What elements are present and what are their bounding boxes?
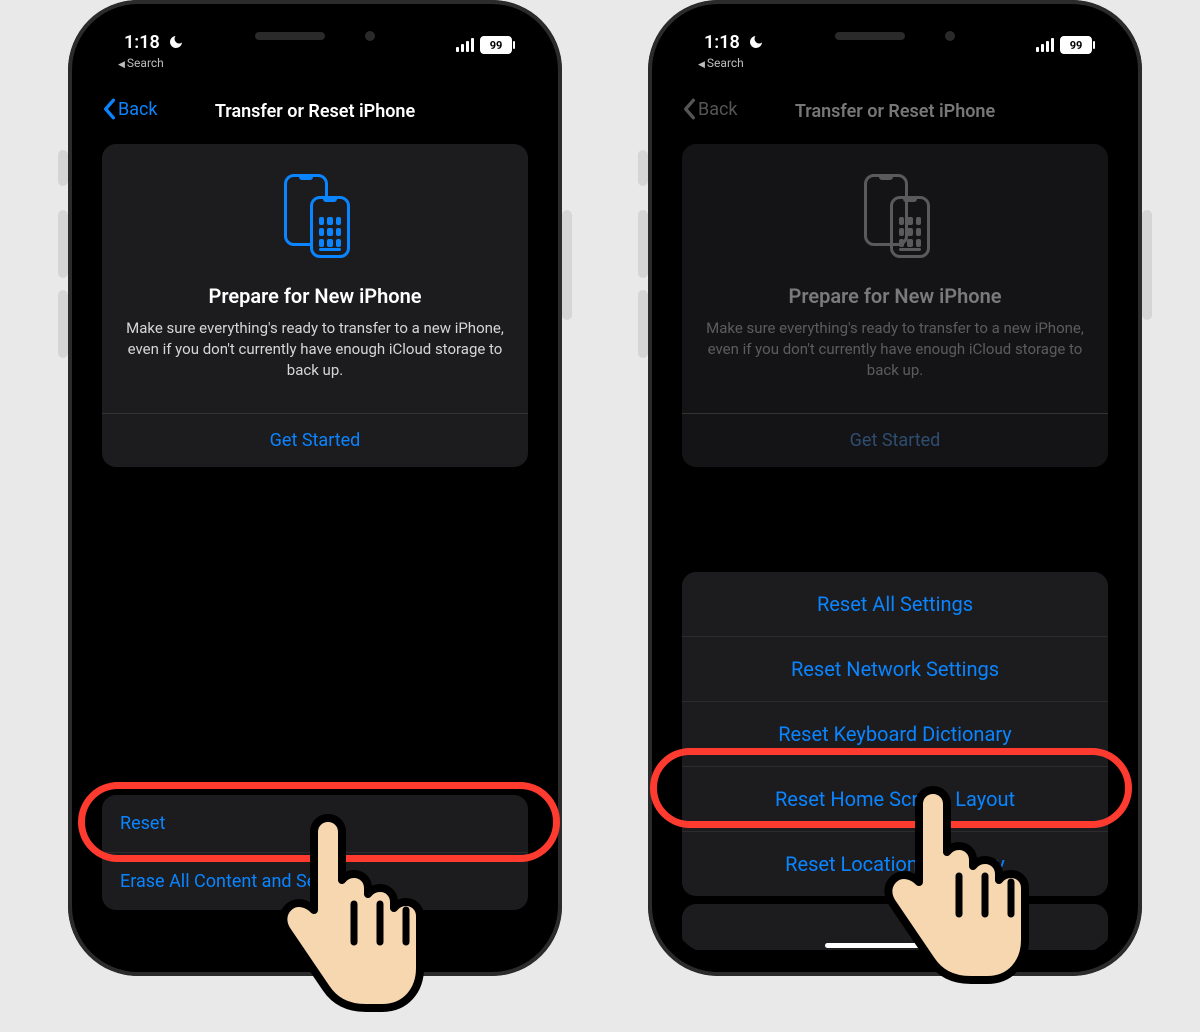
volume-up-button[interactable]: [58, 210, 68, 278]
reset-group: Reset Erase All Content and Settings: [102, 795, 528, 910]
back-label: Back: [118, 99, 158, 120]
volume-down-button[interactable]: [638, 290, 648, 358]
content-area: Prepare for New iPhone Make sure everyth…: [668, 144, 1122, 956]
reset-keyboard-dictionary[interactable]: Reset Keyboard Dictionary: [682, 701, 1108, 766]
prepare-description: Make sure everything's ready to transfer…: [706, 318, 1084, 381]
silence-switch[interactable]: [638, 150, 648, 186]
nav-bar: Back Transfer or Reset iPhone: [668, 84, 1122, 140]
cell-signal-icon: [1036, 38, 1054, 52]
two-iphones-icon: [280, 174, 350, 260]
two-iphones-icon: [860, 174, 930, 260]
power-button[interactable]: [1142, 210, 1152, 320]
power-button[interactable]: [562, 210, 572, 320]
reset-location-privacy[interactable]: Reset Location & Privacy: [682, 831, 1108, 896]
clock: 1:18: [704, 32, 740, 53]
notch: [795, 20, 995, 52]
prepare-heading: Prepare for New iPhone: [126, 284, 504, 308]
cell-signal-icon: [456, 38, 474, 52]
reset-all-settings[interactable]: Reset All Settings: [682, 572, 1108, 636]
get-started-button: Get Started: [682, 414, 1108, 467]
phone-left: 1:18 Search 99 Back Transfer or Reset iP…: [60, 0, 570, 976]
prepare-description: Make sure everything's ready to transfer…: [126, 318, 504, 381]
silence-switch[interactable]: [58, 150, 68, 186]
nav-bar: Back Transfer or Reset iPhone: [88, 84, 542, 140]
return-to-app[interactable]: Search: [118, 56, 164, 70]
notch: [215, 20, 415, 52]
reset-network-settings[interactable]: Reset Network Settings: [682, 636, 1108, 701]
front-camera: [365, 31, 375, 41]
reset-home-screen-layout[interactable]: Reset Home Screen Layout: [682, 766, 1108, 831]
prepare-heading: Prepare for New iPhone: [706, 284, 1084, 308]
reset-row[interactable]: Reset: [102, 795, 528, 852]
battery-icon: 99: [1060, 36, 1092, 54]
back-label: Back: [698, 99, 738, 120]
screen: 1:18 Search 99 Back Transfer or Reset iP…: [668, 20, 1122, 956]
reset-action-sheet: Reset All Settings Reset Network Setting…: [682, 572, 1108, 896]
device-frame: 1:18 Search 99 Back Transfer or Reset iP…: [648, 0, 1142, 976]
device-frame: 1:18 Search 99 Back Transfer or Reset iP…: [68, 0, 562, 976]
screen: 1:18 Search 99 Back Transfer or Reset iP…: [88, 20, 542, 956]
erase-all-row[interactable]: Erase All Content and Settings: [102, 852, 528, 910]
dnd-moon-icon: [168, 34, 184, 54]
volume-up-button[interactable]: [638, 210, 648, 278]
back-button: Back: [682, 98, 738, 120]
speaker-grill: [255, 32, 325, 40]
content-area: Prepare for New iPhone Make sure everyth…: [88, 144, 542, 956]
dnd-moon-icon: [748, 34, 764, 54]
prepare-card: Prepare for New iPhone Make sure everyth…: [102, 144, 528, 467]
front-camera: [945, 31, 955, 41]
prepare-card: Prepare for New iPhone Make sure everyth…: [682, 144, 1108, 467]
volume-down-button[interactable]: [58, 290, 68, 358]
home-indicator[interactable]: [825, 943, 965, 948]
phone-right: 1:18 Search 99 Back Transfer or Reset iP…: [640, 0, 1150, 976]
get-started-button[interactable]: Get Started: [102, 414, 528, 467]
return-to-app[interactable]: Search: [698, 56, 744, 70]
speaker-grill: [835, 32, 905, 40]
back-button[interactable]: Back: [102, 98, 158, 120]
battery-icon: 99: [480, 36, 512, 54]
clock: 1:18: [124, 32, 160, 53]
